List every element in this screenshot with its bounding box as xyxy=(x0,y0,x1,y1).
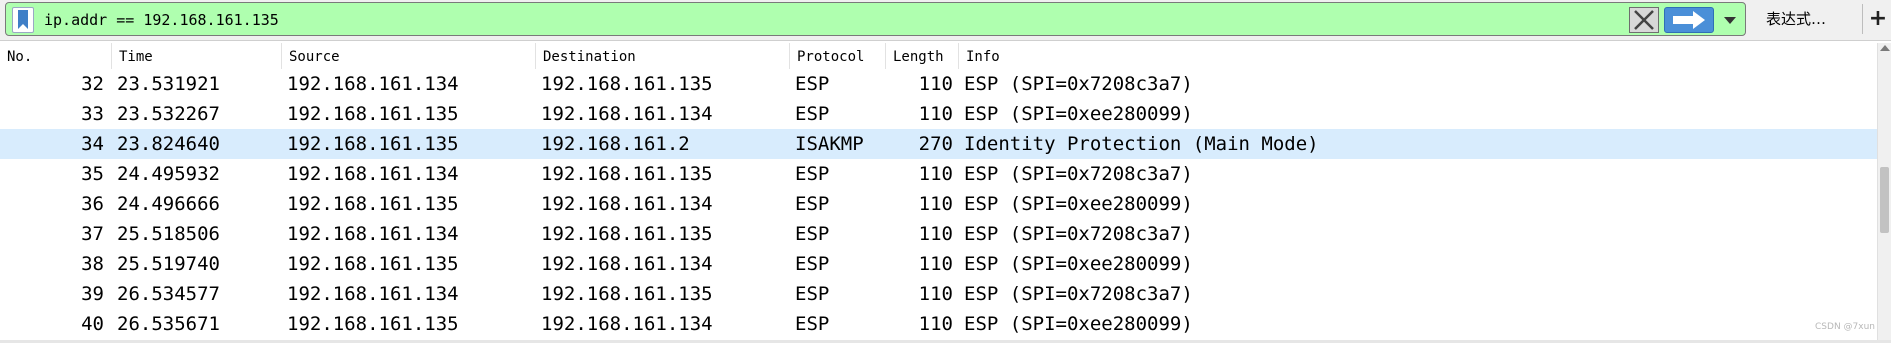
packet-list-header: No. Time Source Destination Protocol Len… xyxy=(0,43,1877,71)
cell-destination: 192.168.161.135 xyxy=(541,283,713,305)
column-header-destination[interactable]: Destination xyxy=(536,43,790,71)
packet-row[interactable]: 39 26.534577 192.168.161.134 192.168.161.13… xyxy=(0,279,1877,309)
display-filter-box xyxy=(5,2,1746,36)
cell-no: 33 xyxy=(81,103,104,125)
cell-time: 25.518506 xyxy=(117,223,220,245)
cell-length: 110 xyxy=(918,73,953,95)
cell-destination: 192.168.161.2 xyxy=(541,133,690,155)
packet-row[interactable]: 38 25.519740 192.168.161.135 192.168.161.13… xyxy=(0,249,1877,279)
packet-row[interactable]: 33 23.532267 192.168.161.135 192.168.161.13… xyxy=(0,99,1877,129)
cell-protocol: ESP xyxy=(795,283,830,305)
cell-info: ESP (SPI=0xee280099) xyxy=(964,313,1193,335)
cell-protocol: ESP xyxy=(795,103,830,125)
add-filter-button[interactable]: + xyxy=(1866,2,1890,36)
cell-info: ESP (SPI=0x7208c3a7) xyxy=(964,163,1193,185)
cell-info: ESP (SPI=0xee280099) xyxy=(964,253,1193,275)
cell-no: 37 xyxy=(81,223,104,245)
cell-no: 36 xyxy=(81,193,104,215)
cell-info: Identity Protection (Main Mode) xyxy=(964,133,1319,155)
cell-source: 192.168.161.135 xyxy=(287,313,459,335)
cell-destination: 192.168.161.135 xyxy=(541,163,713,185)
cell-destination: 192.168.161.134 xyxy=(541,103,713,125)
cell-info: ESP (SPI=0x7208c3a7) xyxy=(964,223,1193,245)
cell-no: 38 xyxy=(81,253,104,275)
cell-destination: 192.168.161.134 xyxy=(541,253,713,275)
toolbar-separator xyxy=(1862,4,1863,34)
cell-time: 26.534577 xyxy=(117,283,220,305)
cell-info: ESP (SPI=0x7208c3a7) xyxy=(964,73,1193,95)
cell-time: 26.535671 xyxy=(117,313,220,335)
cell-length: 110 xyxy=(918,283,953,305)
apply-arrow-icon[interactable] xyxy=(1664,7,1714,33)
cell-length: 110 xyxy=(918,223,953,245)
packet-row[interactable]: 36 24.496666 192.168.161.135 192.168.161.13… xyxy=(0,189,1877,219)
column-header-time[interactable]: Time xyxy=(112,43,282,71)
cell-protocol: ESP xyxy=(795,73,830,95)
cell-time: 25.519740 xyxy=(117,253,220,275)
packet-row[interactable]: 40 26.535671 192.168.161.135 192.168.161.13… xyxy=(0,309,1877,339)
cell-time: 23.824640 xyxy=(117,133,220,155)
cell-source: 192.168.161.135 xyxy=(287,193,459,215)
cell-source: 192.168.161.134 xyxy=(287,73,459,95)
column-header-info[interactable]: Info xyxy=(959,43,1877,71)
bookmark-icon[interactable] xyxy=(12,7,34,33)
cell-protocol: ISAKMP xyxy=(795,133,864,155)
cell-protocol: ESP xyxy=(795,313,830,335)
cell-source: 192.168.161.135 xyxy=(287,253,459,275)
cell-protocol: ESP xyxy=(795,193,830,215)
scroll-up-arrow-icon[interactable] xyxy=(1880,45,1890,51)
cell-info: ESP (SPI=0xee280099) xyxy=(964,103,1193,125)
expression-button[interactable]: 表达式… xyxy=(1752,2,1862,36)
cell-source: 192.168.161.135 xyxy=(287,133,459,155)
packet-list: No. Time Source Destination Protocol Len… xyxy=(0,43,1891,340)
cell-source: 192.168.161.134 xyxy=(287,223,459,245)
cell-protocol: ESP xyxy=(795,223,830,245)
cell-destination: 192.168.161.134 xyxy=(541,313,713,335)
cell-info: ESP (SPI=0x7208c3a7) xyxy=(964,283,1193,305)
cell-length: 110 xyxy=(918,253,953,275)
cell-time: 23.531921 xyxy=(117,73,220,95)
display-filter-toolbar: 表达式… + xyxy=(0,0,1891,41)
cell-destination: 192.168.161.134 xyxy=(541,193,713,215)
cell-destination: 192.168.161.135 xyxy=(541,223,713,245)
cell-no: 39 xyxy=(81,283,104,305)
column-header-protocol[interactable]: Protocol xyxy=(790,43,886,71)
cell-source: 192.168.161.134 xyxy=(287,163,459,185)
cell-length: 110 xyxy=(918,163,953,185)
packet-row[interactable]: 32 23.531921 192.168.161.134 192.168.161.13… xyxy=(0,69,1877,99)
packet-row[interactable]: 34 23.824640 192.168.161.135 192.168.161.2 I… xyxy=(0,129,1877,159)
cell-info: ESP (SPI=0xee280099) xyxy=(964,193,1193,215)
cell-time: 24.496666 xyxy=(117,193,220,215)
cell-time: 24.495932 xyxy=(117,163,220,185)
cell-source: 192.168.161.135 xyxy=(287,103,459,125)
column-header-source[interactable]: Source xyxy=(282,43,536,71)
packet-row[interactable]: 37 25.518506 192.168.161.134 192.168.161.13… xyxy=(0,219,1877,249)
column-header-length[interactable]: Length xyxy=(886,43,959,71)
cell-destination: 192.168.161.135 xyxy=(541,73,713,95)
cell-length: 110 xyxy=(918,103,953,125)
cell-no: 34 xyxy=(81,133,104,155)
cell-length: 270 xyxy=(918,133,953,155)
cell-source: 192.168.161.134 xyxy=(287,283,459,305)
column-header-no[interactable]: No. xyxy=(0,43,112,71)
cell-length: 110 xyxy=(918,193,953,215)
cell-protocol: ESP xyxy=(795,253,830,275)
cell-no: 40 xyxy=(81,313,104,335)
clear-x-icon[interactable] xyxy=(1629,7,1659,33)
display-filter-input[interactable] xyxy=(44,7,1624,33)
cell-length: 110 xyxy=(918,313,953,335)
packet-row[interactable]: 35 24.495932 192.168.161.134 192.168.161.13… xyxy=(0,159,1877,189)
cell-no: 32 xyxy=(81,73,104,95)
cell-no: 35 xyxy=(81,163,104,185)
chevron-down-icon[interactable] xyxy=(1718,7,1742,33)
scrollbar-thumb[interactable] xyxy=(1880,167,1889,233)
cell-protocol: ESP xyxy=(795,163,830,185)
vertical-scrollbar[interactable] xyxy=(1877,43,1891,340)
cell-time: 23.532267 xyxy=(117,103,220,125)
watermark: CSDN @7xun xyxy=(1815,322,1875,332)
